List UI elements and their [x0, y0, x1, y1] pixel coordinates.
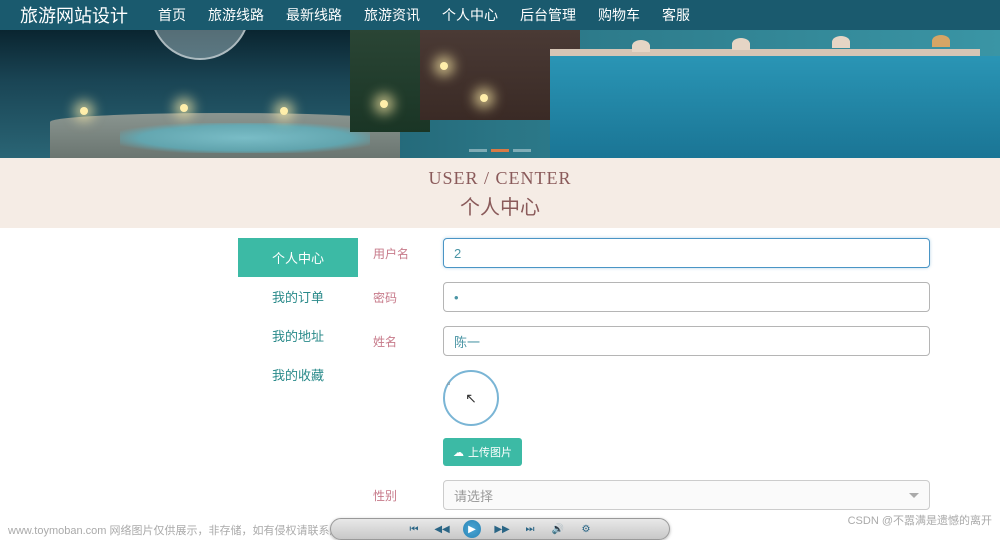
watermark-left: www.toymoban.com 网络图片仅供展示，非存储，如有侵权请联系删除。 — [8, 522, 362, 538]
password-label: 密码 — [373, 289, 443, 306]
hero-banner — [0, 30, 1000, 158]
cursor-icon: ↖ — [465, 390, 477, 407]
name-label: 姓名 — [373, 333, 443, 350]
carousel-dot[interactable] — [469, 149, 487, 152]
upload-image-button[interactable]: ☁ 上传图片 — [443, 438, 522, 466]
nav-latest[interactable]: 最新线路 — [286, 5, 342, 25]
gender-select[interactable]: 请选择 — [443, 480, 930, 510]
username-input[interactable] — [443, 238, 930, 268]
name-input[interactable] — [443, 326, 930, 356]
sidebar-item-orders[interactable]: 我的订单 — [238, 277, 358, 316]
carousel-dot-active[interactable] — [491, 149, 509, 152]
sidebar: 个人中心 我的订单 我的地址 我的收藏 — [238, 238, 358, 524]
nav-usercenter[interactable]: 个人中心 — [442, 5, 498, 25]
avatar-preview[interactable]: ↖ — [443, 370, 499, 426]
player-play-icon[interactable]: ▶ — [463, 520, 481, 538]
nav-home[interactable]: 首页 — [158, 5, 186, 25]
sidebar-item-usercenter[interactable]: 个人中心 — [238, 238, 358, 277]
nav-news[interactable]: 旅游资讯 — [364, 5, 420, 25]
media-player-bar: ⏮ ◀◀ ▶ ▶▶ ⏭ 🔊 ⚙ — [330, 518, 670, 540]
nav-routes[interactable]: 旅游线路 — [208, 5, 264, 25]
gender-select-placeholder: 请选择 — [454, 486, 493, 505]
player-volume-icon[interactable]: 🔊 — [551, 522, 565, 536]
player-rewind-icon[interactable]: ◀◀ — [435, 522, 449, 536]
broken-image-icon — [447, 374, 459, 386]
sidebar-item-favorites[interactable]: 我的收藏 — [238, 355, 358, 394]
player-prev-icon[interactable]: ⏮ — [407, 522, 421, 536]
gender-label: 性别 — [373, 487, 443, 504]
page-title-cn: 个人中心 — [0, 191, 1000, 220]
top-navbar: 旅游网站设计 首页 旅游线路 最新线路 旅游资讯 个人中心 后台管理 购物车 客… — [0, 0, 1000, 30]
site-logo: 旅游网站设计 — [20, 2, 128, 28]
nav-admin[interactable]: 后台管理 — [520, 5, 576, 25]
page-title-section: USER / CENTER 个人中心 — [0, 158, 1000, 228]
username-label: 用户名 — [373, 245, 443, 262]
banner-image — [0, 30, 1000, 158]
nav-cart[interactable]: 购物车 — [598, 5, 640, 25]
cloud-upload-icon: ☁ — [453, 446, 464, 459]
player-forward-icon[interactable]: ▶▶ — [495, 522, 509, 536]
main-nav: 首页 旅游线路 最新线路 旅游资讯 个人中心 后台管理 购物车 客服 — [158, 5, 690, 25]
page-title-en: USER / CENTER — [0, 168, 1000, 189]
watermark-right: CSDN @不嚣满是遗憾的离开 — [848, 512, 992, 528]
nav-service[interactable]: 客服 — [662, 5, 690, 25]
carousel-indicators[interactable] — [469, 149, 531, 152]
player-settings-icon[interactable]: ⚙ — [579, 522, 593, 536]
user-form: 用户名 密码 姓名 ↖ ☁ 上传图片 性别 请选择 — [358, 238, 930, 524]
carousel-dot[interactable] — [513, 149, 531, 152]
password-input[interactable] — [443, 282, 930, 312]
player-next-icon[interactable]: ⏭ — [523, 522, 537, 536]
main-content: 个人中心 我的订单 我的地址 我的收藏 用户名 密码 姓名 ↖ ☁ 上传图片 — [0, 228, 1000, 524]
upload-button-label: 上传图片 — [468, 444, 512, 460]
sidebar-item-address[interactable]: 我的地址 — [238, 316, 358, 355]
